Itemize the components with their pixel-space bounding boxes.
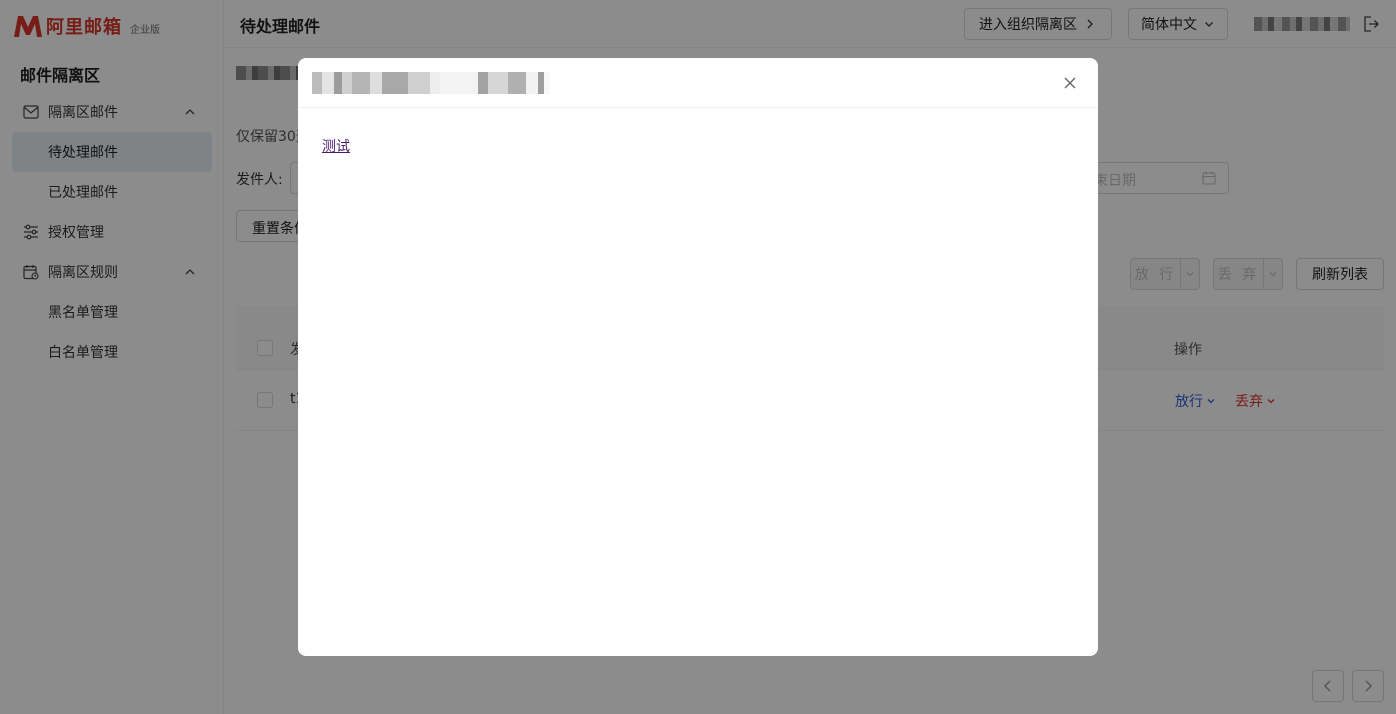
mail-body-link[interactable]: 测试	[322, 139, 350, 155]
mail-preview-modal: 测试	[298, 58, 1098, 656]
modal-body: 测试	[298, 108, 1098, 184]
close-icon[interactable]	[1062, 75, 1078, 91]
modal-title-redacted	[312, 72, 550, 94]
modal-header	[298, 58, 1098, 108]
